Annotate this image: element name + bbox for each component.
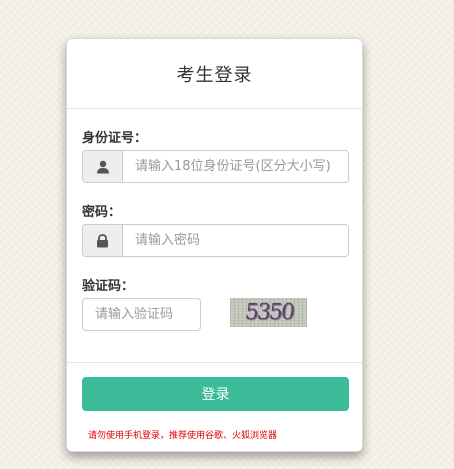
captcha-image[interactable]: 5350 [230,298,307,327]
footer-divider [67,362,362,363]
password-group [82,224,349,257]
lock-icon [83,225,123,256]
login-button[interactable]: 登录 [82,377,349,411]
login-card: 考生登录 身份证号： 密码： 验证码： 5350 登录 请勿使用手机登录，推荐使… [66,38,363,452]
card-header: 考生登录 [67,39,362,109]
password-label: 密码： [82,205,122,220]
captcha-text: 5350 [243,300,294,325]
id-number-group [82,150,349,183]
password-input[interactable] [123,225,348,256]
captcha-label: 验证码： [82,279,135,294]
id-number-input[interactable] [123,151,348,182]
id-number-label: 身份证号： [82,131,148,146]
browser-notice: 请勿使用手机登录，推荐使用谷歌、火狐浏览器 [88,431,278,441]
page-title: 考生登录 [176,64,253,86]
captcha-input[interactable] [82,298,201,331]
user-icon [83,151,123,182]
